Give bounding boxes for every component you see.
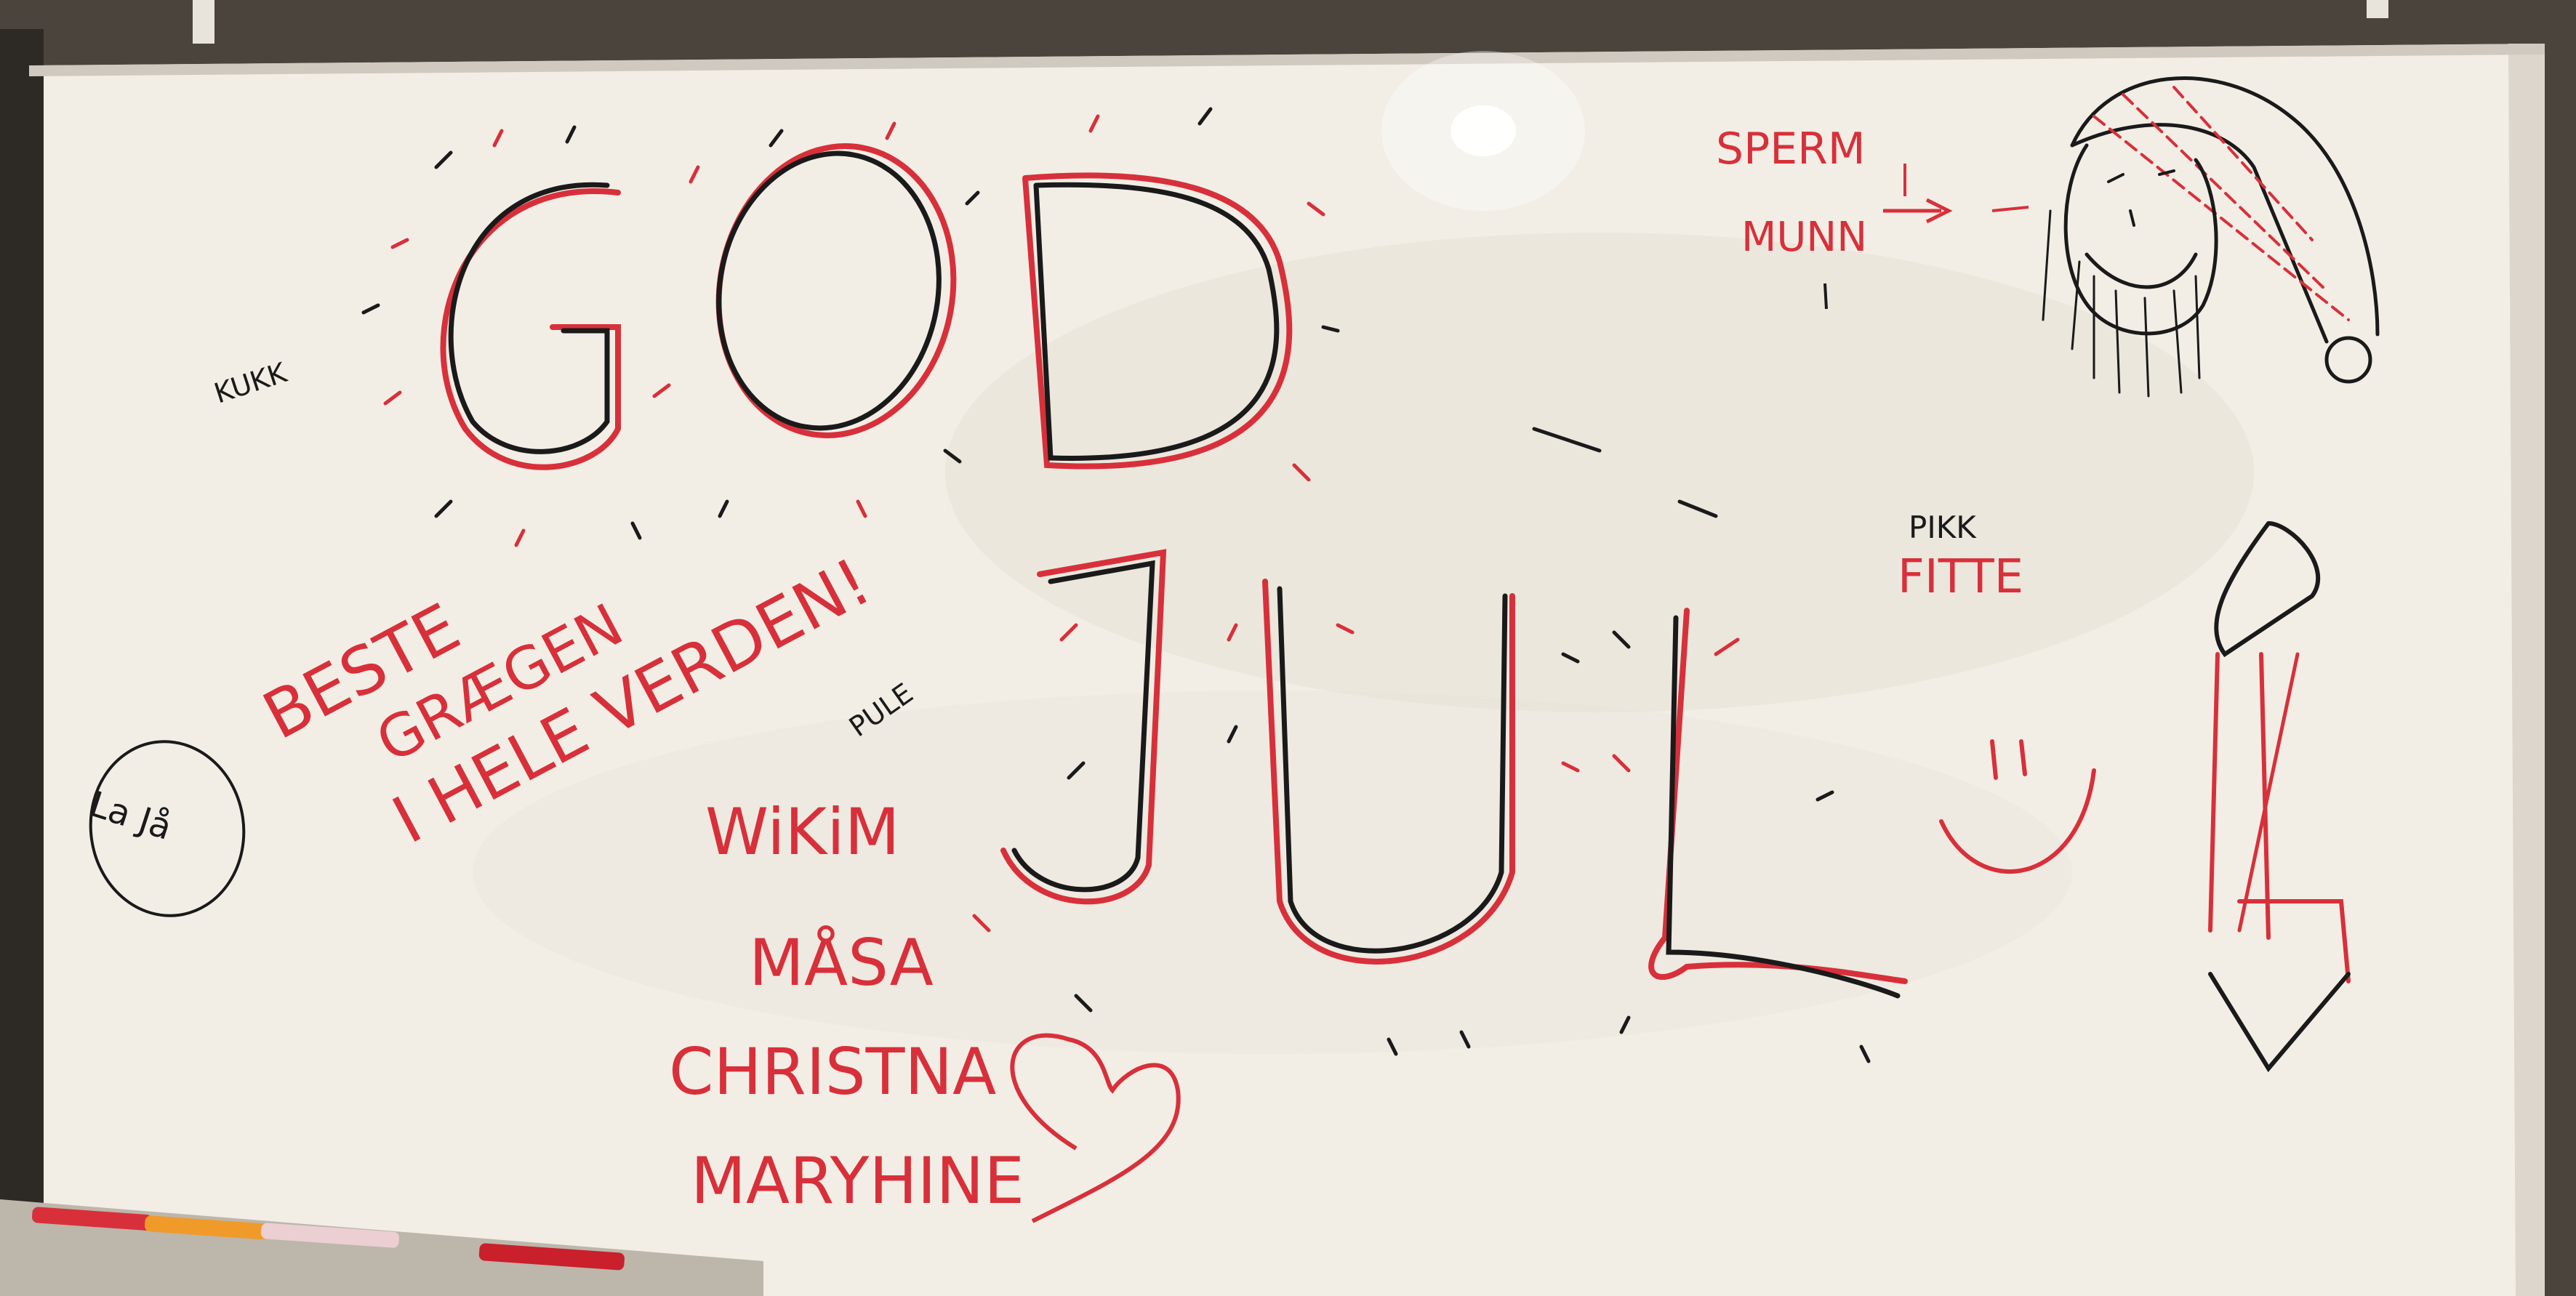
wall-hook [2367,0,2388,18]
note-pikk: PIKK [1909,510,1977,545]
name-christna: CHRISTNA [669,1034,996,1109]
note-munn: MUNN [1741,214,1867,261]
note-sperm: SPERM [1716,124,1866,174]
wall-hook [193,0,214,44]
name-maryhine: MARYHINE [691,1143,1024,1218]
note-fitte: FITTE [1898,550,2023,604]
name-masa: MÅSA [749,925,934,1000]
main-word-jul: JUL [1381,1090,1383,1091]
whiteboard: KUKK La Jå BESTE GRÆGEN I HELE VERDEN! P… [0,0,2576,1296]
name-wikim: WiKiM [705,794,900,869]
main-word-god: GOD [771,559,773,560]
photo-scene: KUKK La Jå BESTE GRÆGEN I HELE VERDEN! P… [0,0,2576,1296]
